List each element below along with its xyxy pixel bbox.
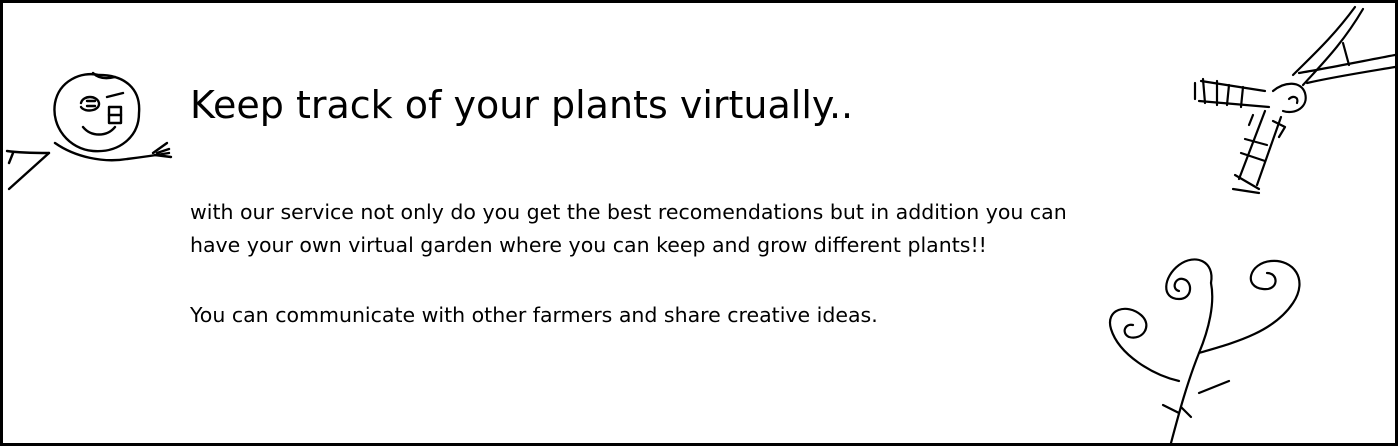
description-line-2: have your own virtual garden where you c… (190, 233, 987, 257)
banner-frame: Keep track of your plants virtually.. wi… (0, 0, 1398, 446)
description-line-1: with our service not only do you get the… (190, 200, 1067, 224)
stick-figure-doodle-icon (5, 71, 173, 191)
page-title: Keep track of your plants virtually.. (190, 83, 854, 127)
description-paragraph: with our service not only do you get the… (190, 196, 1190, 262)
community-paragraph: You can communicate with other farmers a… (190, 303, 878, 327)
